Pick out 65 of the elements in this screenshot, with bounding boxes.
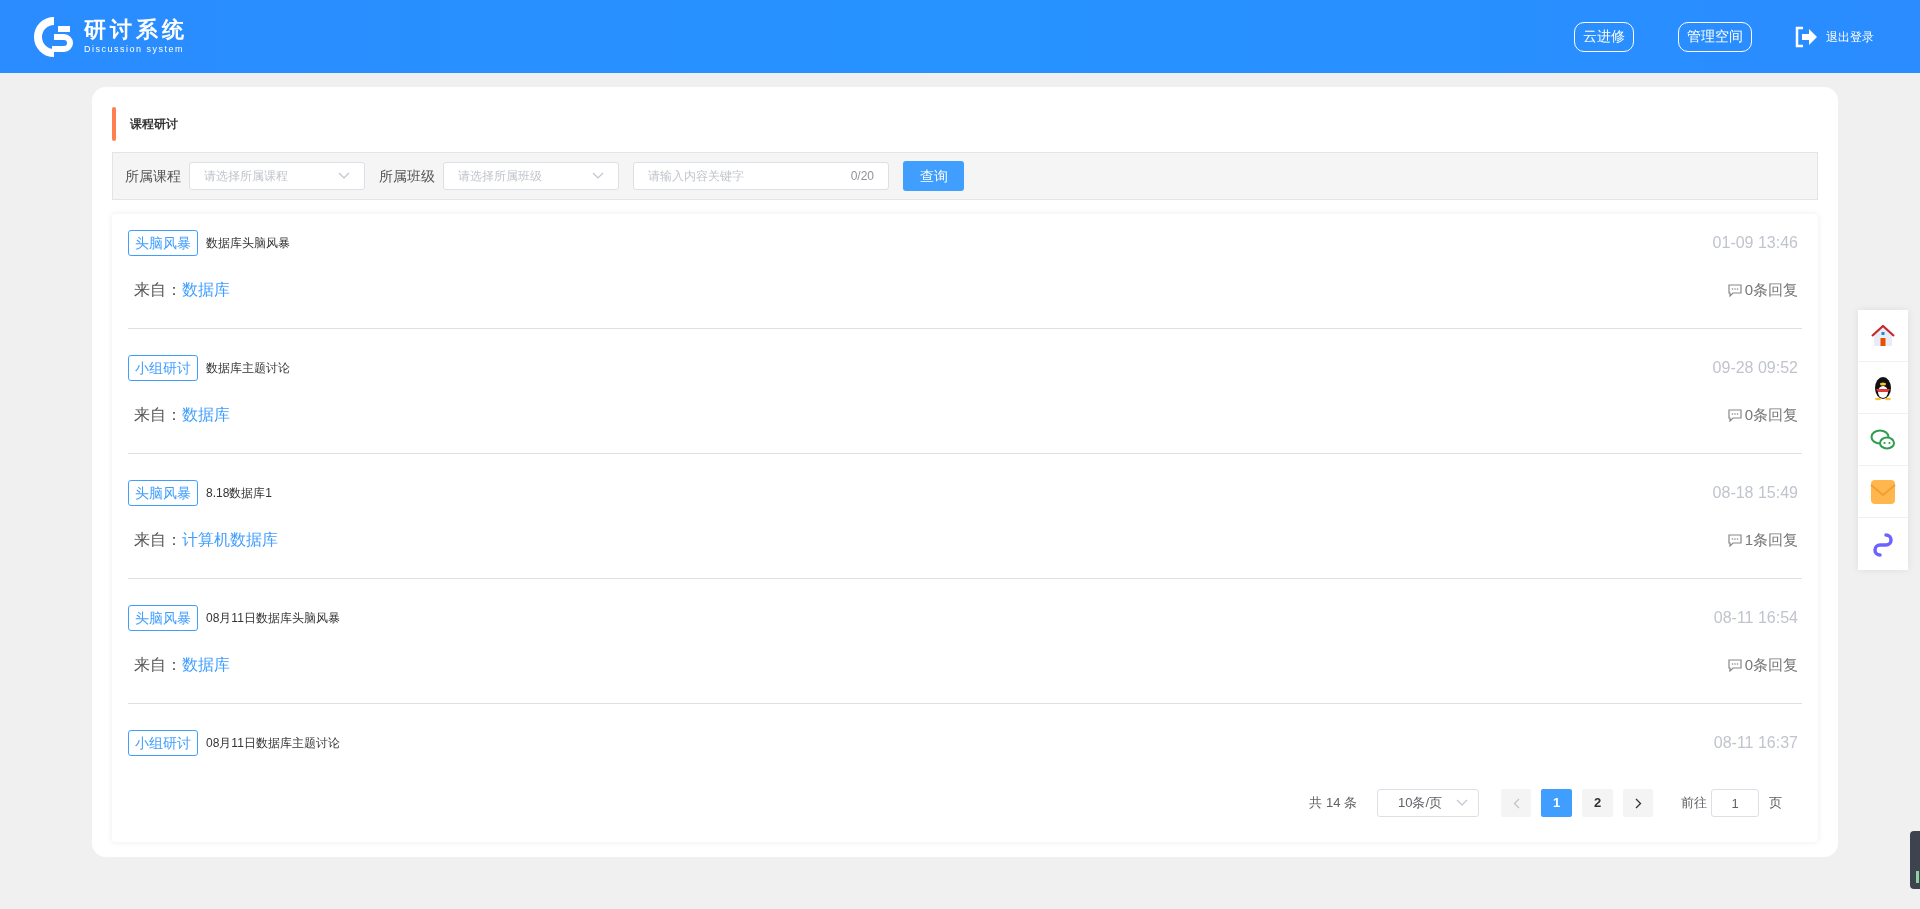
post-title[interactable]: 数据库头脑风暴 (206, 234, 290, 252)
penguin-icon (1872, 374, 1894, 401)
post-time: 08-11 16:54 (1713, 608, 1798, 628)
keyword-field[interactable]: 请输入内容关键字 0/20 (633, 162, 889, 190)
nav-button[interactable]: 云进修 (1574, 21, 1634, 52)
filter-label: 所属班级 (379, 166, 435, 186)
envelope-icon (1870, 478, 1896, 505)
chevron-down-icon (338, 172, 350, 180)
logout-icon (1794, 25, 1818, 48)
goto-label: 前往 (1681, 794, 1707, 813)
source-link[interactable]: 数据库 (182, 278, 230, 302)
chevron-right-icon (1634, 797, 1642, 809)
page-suffix: 页 (1769, 794, 1782, 813)
source-label: 来自： (134, 530, 182, 550)
source-label: 来自： (134, 405, 182, 425)
comment-icon (1727, 658, 1742, 672)
chevron-left-icon (1512, 797, 1520, 809)
comment-icon (1727, 408, 1742, 422)
category-tag: 头脑风暴 (128, 230, 198, 256)
search-button[interactable]: 查询 (903, 161, 964, 191)
post-time: 01-09 13:46 (1712, 233, 1798, 253)
page-number-field[interactable]: 1 (1711, 789, 1759, 817)
character-counter: 0/20 (850, 168, 874, 185)
comment-icon (1727, 533, 1742, 547)
post-time: 08-11 16:37 (1713, 733, 1798, 753)
link-icon (1871, 531, 1895, 557)
page-button[interactable]: 2 (1582, 789, 1613, 817)
floating-widget-handle[interactable] (1910, 831, 1920, 889)
category-tag: 头脑风暴 (128, 605, 198, 631)
app-title: 研讨系统 (84, 19, 188, 41)
dropdown-field[interactable]: 请选择所属班级 (443, 162, 619, 190)
source-link[interactable]: 数据库 (182, 653, 230, 677)
post-title[interactable]: 8.18数据库1 (206, 484, 273, 502)
logout-button[interactable]: 退出登录 (1794, 25, 1874, 48)
chat-bubbles-icon (1870, 428, 1896, 451)
post-time: 09-28 09:52 (1712, 358, 1798, 378)
source-label: 来自： (134, 280, 182, 300)
nav-button[interactable]: 管理空间 (1678, 21, 1752, 52)
reply-count: 0条回复 (1744, 279, 1798, 300)
reply-count: 0条回复 (1744, 654, 1798, 675)
category-tag: 小组研讨 (128, 730, 198, 756)
chevron-down-icon (1456, 799, 1468, 807)
post-time: 08-18 15:49 (1712, 483, 1798, 503)
reply-count: 1条回复 (1744, 529, 1798, 550)
post-title[interactable]: 08月11日数据库主题讨论 (206, 734, 340, 752)
app-subtitle: Discussion system (84, 45, 186, 54)
source-label: 来自： (134, 655, 182, 675)
dropdown-field[interactable]: 请选择所属课程 (189, 162, 365, 190)
next-page-button[interactable] (1623, 789, 1653, 817)
post-title[interactable]: 08月11日数据库头脑风暴 (206, 609, 340, 627)
category-tag: 头脑风暴 (128, 480, 198, 506)
page-title: 课程研讨 (130, 116, 178, 133)
page-button[interactable]: 1 (1541, 789, 1572, 817)
chevron-down-icon (592, 172, 604, 180)
reply-count: 0条回复 (1744, 404, 1798, 425)
comment-icon (1727, 283, 1742, 297)
category-tag: 小组研讨 (128, 355, 198, 381)
page-size-dropdown[interactable]: 10条/页 (1377, 789, 1479, 817)
total-count: 共 14 条 (1309, 794, 1357, 813)
house-icon (1871, 324, 1895, 347)
source-link[interactable]: 数据库 (182, 403, 230, 427)
filter-label: 所属课程 (125, 166, 181, 186)
source-link[interactable]: 计算机数据库 (182, 528, 278, 552)
logo-icon (32, 14, 76, 59)
post-title[interactable]: 数据库主题讨论 (206, 359, 290, 377)
